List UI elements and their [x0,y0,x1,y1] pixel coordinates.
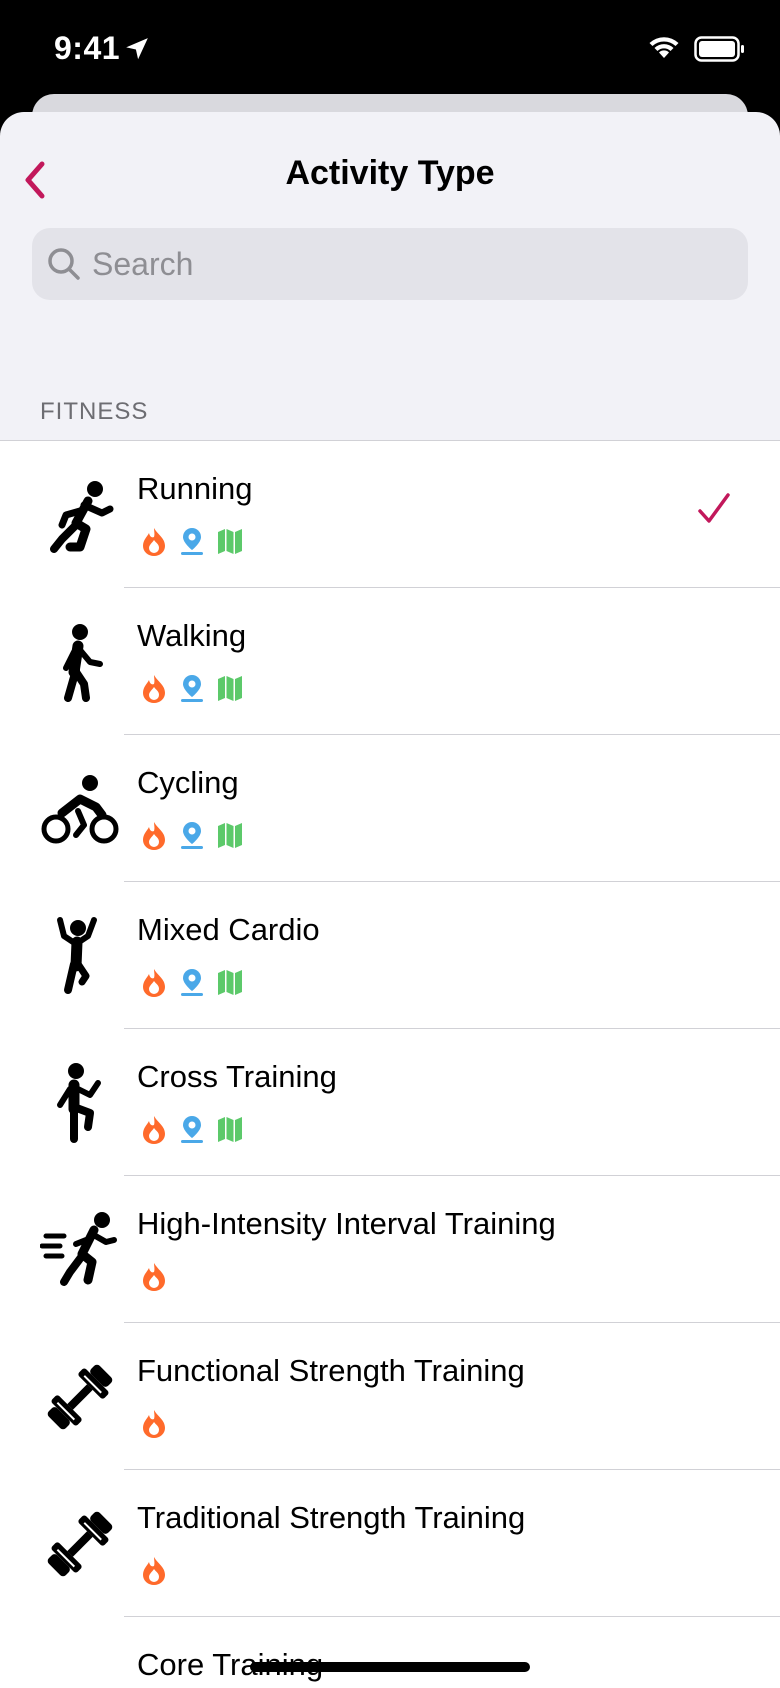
activity-row-traditional-strength-training[interactable]: Traditional Strength Training [0,1470,780,1617]
metric-badges [140,819,244,851]
search-bar[interactable] [32,228,748,300]
activity-label: Walking [137,618,247,653]
metric-badges [140,672,244,704]
section-header-fitness: FITNESS [40,398,149,425]
core-training-figure-icon [40,1651,120,1688]
flame-icon [143,528,165,556]
metric-badges [140,966,244,998]
dumbbell-icon [47,1364,113,1430]
page-title: Activity Type [285,154,495,192]
activity-row-cycling[interactable]: Cycling [0,735,780,882]
cycling-figure-icon [41,775,119,844]
flame-icon [143,822,165,850]
metric-badges [140,1113,244,1145]
flame-icon [143,675,165,703]
map-icon [218,529,242,554]
location-pin-icon [181,822,203,849]
activity-label: Functional Strength Training [137,1353,525,1388]
map-icon [218,823,242,848]
search-input[interactable] [92,228,732,300]
activity-label: Traditional Strength Training [137,1500,526,1535]
location-pin-icon [181,1116,203,1143]
running-figure-icon [50,481,114,553]
activity-label: Cycling [137,765,239,800]
map-icon [218,676,242,701]
activity-row-core-training[interactable]: Core Training [0,1617,780,1688]
location-pin-icon [181,969,203,996]
flame-icon [143,969,165,997]
flame-icon [143,1116,165,1144]
dumbbell-icon [47,1511,113,1577]
location-arrow-icon [126,38,148,60]
checkmark-icon [698,493,730,523]
walking-figure-icon [63,624,103,702]
hiit-figure-icon [40,1212,117,1286]
activity-row-running[interactable]: Running [0,441,780,588]
flame-icon [143,1410,165,1438]
location-pin-icon [181,528,203,555]
metric-badges [140,1554,168,1586]
activity-type-sheet: Activity Type FITNESS Running Walking Cycl… [0,112,780,1688]
mixed-cardio-figure-icon [57,917,97,994]
activity-label: Cross Training [137,1059,337,1094]
search-icon [48,248,80,280]
activity-row-cross-training[interactable]: Cross Training [0,1029,780,1176]
activity-row-mixed-cardio[interactable]: Mixed Cardio [0,882,780,1029]
metric-badges [140,1260,168,1292]
flame-icon [143,1263,165,1291]
status-bar: 9:41 [0,0,780,100]
activity-label: Mixed Cardio [137,912,320,947]
home-indicator [250,1662,530,1672]
map-icon [218,970,242,995]
activity-row-walking[interactable]: Walking [0,588,780,735]
metric-badges [140,1407,168,1439]
status-time: 9:41 [54,30,121,66]
activity-row-high-intensity-interval-training[interactable]: High-Intensity Interval Training [0,1176,780,1323]
battery-icon [694,36,744,62]
wifi-icon [649,37,679,58]
metric-badges [140,525,244,557]
activity-label: High-Intensity Interval Training [137,1206,556,1241]
location-pin-icon [181,675,203,702]
map-icon [218,1117,242,1142]
activity-list: Running Walking Cycling Mixed Cardio Cross T… [0,440,780,1688]
activity-label: Running [137,471,253,506]
activity-row-functional-strength-training[interactable]: Functional Strength Training [0,1323,780,1470]
flame-icon [143,1557,165,1585]
cross-training-figure-icon [57,1063,101,1143]
